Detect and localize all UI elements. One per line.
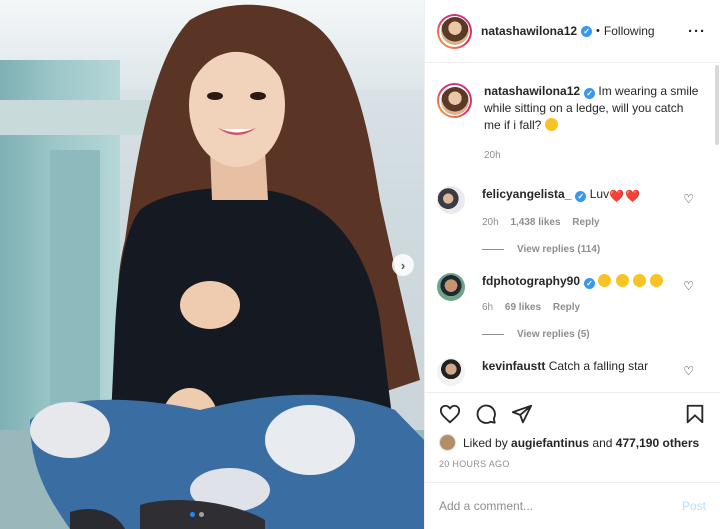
red-heart-icon: ❤️ <box>609 189 625 203</box>
comment-bubble-icon[interactable] <box>475 403 497 425</box>
view-replies-label: View replies (114) <box>517 244 601 255</box>
carousel-dots <box>190 512 204 517</box>
post-timestamp[interactable]: 20 HOURS AGO <box>439 459 706 469</box>
view-replies-button[interactable]: View replies (5) <box>482 329 720 340</box>
avatar[interactable] <box>437 13 472 49</box>
comment-body: fdphotography90 ✓ 6h 69 likes Reply <box>482 273 682 316</box>
liked-by-others[interactable]: 477,190 others <box>616 436 699 450</box>
photo-subject <box>30 4 424 529</box>
like-comment-heart-icon[interactable]: ♡ <box>683 279 694 293</box>
reply-button[interactable]: Reply <box>553 302 580 313</box>
comment-body: kevinfaustt Catch a falling star <box>482 358 682 386</box>
verified-badge-icon: ✓ <box>584 278 595 289</box>
caption-username[interactable]: natashawilona12 <box>484 84 580 98</box>
red-heart-icon: ❤️ <box>625 189 640 203</box>
comment: kevinfaustt Catch a falling star ♡ <box>437 358 720 386</box>
like-heart-icon[interactable] <box>439 403 461 425</box>
comment: fdphotography90 ✓ 6h 69 likes Reply ♡ <box>437 273 720 316</box>
yum-emoji-icon <box>544 118 558 131</box>
verified-badge-icon: ✓ <box>575 191 587 202</box>
verified-badge-icon: ✓ <box>581 25 593 37</box>
chevron-right-icon: › <box>400 257 406 273</box>
action-icons <box>439 403 706 425</box>
add-comment-bar: Post <box>425 482 720 529</box>
comment-username[interactable]: kevinfaustt <box>482 359 545 373</box>
post-photo[interactable]: › <box>0 0 424 529</box>
post-actions: Liked by augiefantinus and 477,190 other… <box>425 392 720 529</box>
comment-meta: 6h 69 likes Reply <box>482 299 682 316</box>
liked-by-prefix: Liked by <box>463 435 508 450</box>
caption-body: natashawilona12 ✓ Im wearing a smile whil… <box>484 83 699 164</box>
star-struck-emoji-icon <box>598 274 612 287</box>
star-struck-emoji-icon <box>633 274 647 287</box>
post-comment-button[interactable]: Post <box>682 499 706 513</box>
star-struck-emoji-icon <box>615 274 629 287</box>
avatar-image <box>440 17 469 45</box>
carousel-dot-active <box>190 512 195 517</box>
comments-section[interactable]: natashawilona12 ✓ Im wearing a smile whil… <box>425 63 720 392</box>
comment-username[interactable]: fdphotography90 <box>482 274 580 288</box>
post-dialog: › natashawilona12 ✓ • Following ··· nata… <box>0 0 720 529</box>
comment-likes[interactable]: 1,438 likes <box>510 217 560 228</box>
comment-avatar[interactable] <box>437 186 465 214</box>
share-paper-plane-icon[interactable] <box>511 403 533 425</box>
replies-line <box>482 334 504 335</box>
header-username[interactable]: natashawilona12 <box>481 24 577 38</box>
comment-body: felicyangelista_ ✓ Luv❤️❤️ 20h 1,438 like… <box>482 186 682 231</box>
comment-avatar[interactable] <box>437 358 465 386</box>
comments-scrollbar[interactable] <box>715 65 719 145</box>
verified-badge-icon: ✓ <box>584 88 596 99</box>
view-replies-button[interactable]: View replies (114) <box>482 244 720 255</box>
comment-text: Catch a falling star <box>548 359 649 373</box>
liked-by-connector: and <box>592 435 613 450</box>
comment: felicyangelista_ ✓ Luv❤️❤️ 20h 1,438 like… <box>437 186 720 231</box>
reply-button[interactable]: Reply <box>572 217 599 228</box>
more-options-icon[interactable]: ··· <box>688 23 706 40</box>
liked-by: Liked by augiefantinus and 477,190 other… <box>439 434 706 451</box>
view-replies-label: View replies (5) <box>517 329 590 340</box>
bookmark-save-icon[interactable] <box>684 403 706 425</box>
replies-line <box>482 249 504 250</box>
star-struck-emoji-icon <box>650 274 664 287</box>
caption-avatar-image <box>440 86 469 115</box>
next-photo-button[interactable]: › <box>392 254 414 276</box>
like-comment-heart-icon[interactable]: ♡ <box>683 192 694 206</box>
caption-time: 20h <box>484 150 501 161</box>
comment-time: 6h <box>482 302 494 313</box>
comment-text: Luv <box>589 187 610 201</box>
comment-input[interactable] <box>439 499 682 513</box>
comment-likes[interactable]: 69 likes <box>505 302 541 313</box>
liker-avatar[interactable] <box>439 434 456 451</box>
comment-meta: 20h 1,438 likes Reply <box>482 214 682 231</box>
like-comment-heart-icon[interactable]: ♡ <box>683 364 694 378</box>
comment-avatar[interactable] <box>437 273 465 301</box>
caption: natashawilona12 ✓ Im wearing a smile whil… <box>437 63 720 164</box>
comment-username[interactable]: felicyangelista_ <box>482 187 571 201</box>
caption-avatar[interactable] <box>437 83 472 118</box>
carousel-dot <box>199 512 204 517</box>
separator-dot: • <box>596 25 600 37</box>
post-header: natashawilona12 ✓ • Following ··· <box>425 0 720 63</box>
following-button[interactable]: Following <box>604 24 655 38</box>
comment-time: 20h <box>482 217 499 228</box>
post-sidebar: natashawilona12 ✓ • Following ··· natash… <box>424 0 720 529</box>
liked-by-user[interactable]: augiefantinus <box>511 436 589 450</box>
